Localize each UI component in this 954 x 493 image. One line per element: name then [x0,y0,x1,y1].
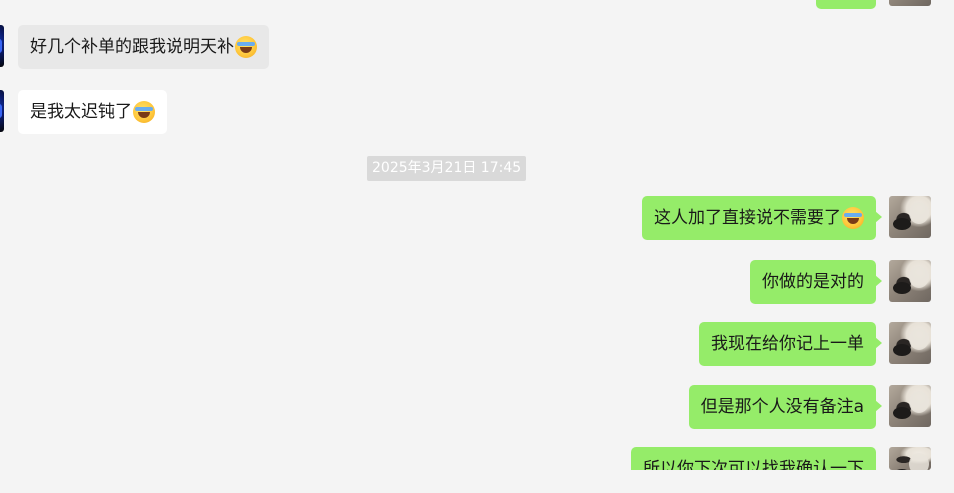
message-row-sent: 你做的是对的 [0,260,954,306]
message-row-sent: 这人加了直接说不需要了 [0,196,954,242]
message-text: 这人加了直接说不需要了 [654,208,841,228]
my-avatar[interactable] [889,196,931,238]
laugh-tears-emoji-icon [842,207,864,229]
message-row-sent: 但是那个人没有备注a [0,385,954,431]
message-row-received: 是我太迟钝了 [0,90,954,136]
message-text: 但是那个人没有备注a [700,397,864,417]
message-text: 你做的是对的 [762,272,864,292]
contact-avatar[interactable] [0,90,4,132]
sent-message-bubble[interactable]: 但是那个人没有备注a [688,385,883,429]
laugh-tears-emoji-icon [235,36,257,58]
sent-message-bubble[interactable]: 我现在给你记上一单 [699,322,882,366]
sent-message-bubble[interactable]: 所以你下次可以找我确认一下 [631,447,876,470]
sent-message-bubble[interactable]: 你做的是对的 [750,260,882,304]
my-avatar[interactable] [889,447,931,470]
message-row-sent: 我现在给你记上一单 [0,322,954,368]
message-row-received: 好几个补单的跟我说明天补 [0,25,954,71]
message-row-sent: 所以你下次可以找我确认一下 [0,447,954,493]
sent-message-bubble[interactable]: 这人加了直接说不需要了 [642,196,882,240]
my-avatar[interactable] [889,322,931,364]
my-avatar[interactable] [889,0,931,6]
sent-message-bubble-partial[interactable] [816,0,876,9]
contact-avatar[interactable] [0,25,4,67]
message-text: 好几个补单的跟我说明天补 [30,37,234,57]
laugh-tears-emoji-icon [133,101,155,123]
my-avatar[interactable] [889,385,931,427]
received-message-bubble[interactable]: 好几个补单的跟我说明天补 [18,25,269,69]
received-message-bubble[interactable]: 是我太迟钝了 [18,90,167,134]
my-avatar[interactable] [889,260,931,302]
chat-timestamp: 2025年3月21日 17:45 [367,156,527,181]
message-text: 是我太迟钝了 [30,102,132,122]
message-text: 我现在给你记上一单 [711,334,864,354]
message-text: 所以你下次可以找我确认一下 [643,459,864,470]
